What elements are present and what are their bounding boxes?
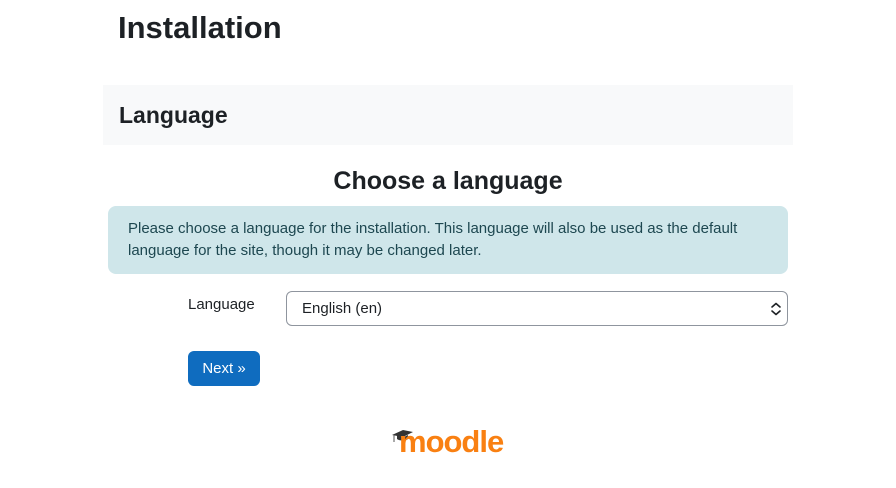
logo-wordmark: moodle: [399, 424, 504, 458]
info-alert-text: Please choose a language for the install…: [128, 220, 738, 259]
moodle-logo: moodle: [392, 424, 505, 458]
section-title: Language: [119, 102, 228, 128]
choose-language-heading: Choose a language: [333, 167, 563, 195]
next-button[interactable]: Next »: [188, 351, 260, 386]
page-title: Installation: [118, 10, 282, 45]
section-header: Language: [103, 85, 793, 145]
chevron-up-down-icon: [771, 302, 781, 316]
language-select[interactable]: English (en): [286, 291, 788, 326]
info-alert: Please choose a language for the install…: [108, 206, 788, 274]
language-field-label: Language: [188, 296, 255, 313]
installation-page: Installation Language Choose a language …: [0, 0, 896, 488]
language-select-value: English (en): [302, 300, 383, 317]
